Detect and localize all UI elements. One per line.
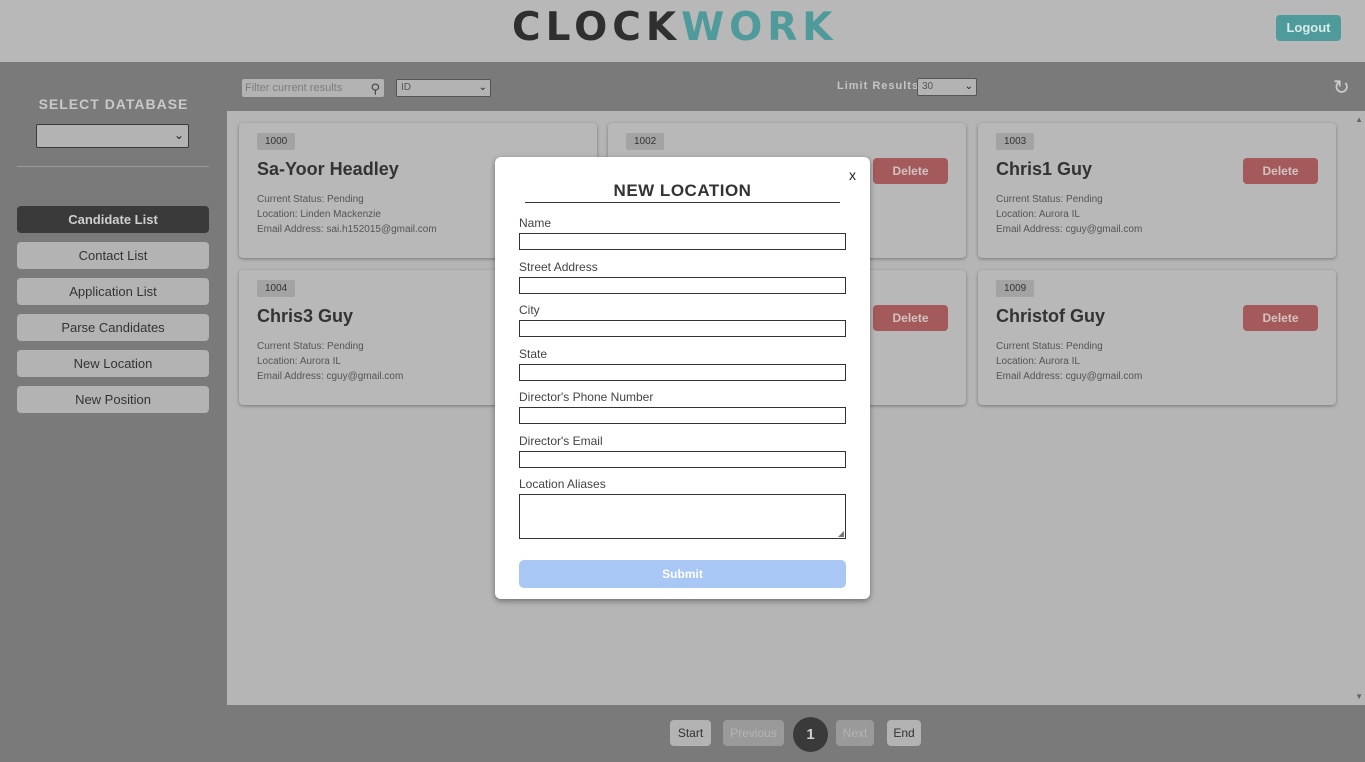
filter-placeholder: Filter current results xyxy=(245,82,343,94)
results-toolbar: Filter current results ⚲ ID ⌄ Limit Resu… xyxy=(227,62,1365,111)
limit-results-value: 30 xyxy=(922,81,934,92)
app-header: CLOCKWORK Logout xyxy=(0,0,1365,62)
location-aliases-field[interactable]: ◢ xyxy=(519,494,846,539)
candidate-id-badge: 1003 xyxy=(996,133,1035,150)
state-label: State xyxy=(519,347,548,361)
candidate-location: Location: Linden Mackenzie xyxy=(257,209,381,220)
scroll-down-icon[interactable]: ▼ xyxy=(1355,692,1363,701)
page-previous-button[interactable]: Previous xyxy=(723,720,784,746)
limit-results-select[interactable]: 30 ⌄ xyxy=(917,78,977,96)
name-field[interactable] xyxy=(519,233,846,250)
chevron-down-icon: ⌄ xyxy=(478,82,487,93)
refresh-icon[interactable]: ↻ xyxy=(1333,75,1350,100)
chevron-down-icon: ⌄ xyxy=(964,81,973,92)
sort-select[interactable]: ID ⌄ xyxy=(396,79,491,97)
candidate-status: Current Status: Pending xyxy=(257,341,364,352)
street-address-label: Street Address xyxy=(519,260,598,274)
director-email-field[interactable] xyxy=(519,451,846,468)
logo-work: WORK xyxy=(681,5,838,50)
name-label: Name xyxy=(519,216,552,230)
sort-select-value: ID xyxy=(401,82,411,93)
sidebar-divider xyxy=(17,166,209,167)
page-next-button[interactable]: Next xyxy=(836,720,874,746)
close-icon[interactable]: x xyxy=(849,167,856,183)
candidate-name: Christof Guy xyxy=(996,306,1106,326)
candidate-email: Email Address: sai.h152015@gmail.com xyxy=(257,224,437,235)
candidate-location: Location: Aurora IL xyxy=(257,356,341,367)
candidate-id-badge: 1009 xyxy=(996,280,1035,297)
candidate-card[interactable]: 1009 Christof Guy Current Status: Pendin… xyxy=(978,270,1336,405)
sidebar-item-application-list[interactable]: Application List xyxy=(17,278,209,305)
page-start-button[interactable]: Start xyxy=(670,720,711,746)
city-label: City xyxy=(519,303,540,317)
sidebar-item-parse-candidates[interactable]: Parse Candidates xyxy=(17,314,209,341)
city-field[interactable] xyxy=(519,320,846,337)
candidate-card[interactable]: 1003 Chris1 Guy Current Status: Pending … xyxy=(978,123,1336,258)
submit-button[interactable]: Submit xyxy=(519,560,846,588)
page-current-indicator[interactable]: 1 xyxy=(793,717,828,752)
candidate-status: Current Status: Pending xyxy=(257,194,364,205)
new-location-modal: x NEW LOCATION Name Street Address City … xyxy=(495,157,870,599)
candidate-status: Current Status: Pending xyxy=(996,194,1103,205)
candidate-location: Location: Aurora IL xyxy=(996,209,1080,220)
sidebar-item-new-location[interactable]: New Location xyxy=(17,350,209,377)
director-phone-field[interactable] xyxy=(519,407,846,424)
sidebar-item-candidate-list[interactable]: Candidate List xyxy=(17,206,209,233)
filter-input[interactable]: Filter current results ⚲ xyxy=(242,79,384,97)
pagination-bar: Start Previous 1 Next End xyxy=(227,705,1365,762)
database-select[interactable]: ⌄ xyxy=(36,124,189,148)
location-aliases-label: Location Aliases xyxy=(519,477,606,491)
candidate-id-badge: 1002 xyxy=(626,133,665,150)
candidate-location: Location: Aurora IL xyxy=(996,356,1080,367)
delete-button[interactable]: Delete xyxy=(873,158,948,184)
candidate-name: Sa-Yoor Headley xyxy=(257,159,399,179)
sidebar: SELECT DATABASE ⌄ Candidate List Contact… xyxy=(0,62,227,762)
sidebar-item-new-position[interactable]: New Position xyxy=(17,386,209,413)
candidate-email: Email Address: cguy@gmail.com xyxy=(996,224,1143,235)
logo-clock: CLOCK xyxy=(512,5,682,50)
candidate-email: Email Address: cguy@gmail.com xyxy=(996,371,1143,382)
app-logo: CLOCKWORK xyxy=(512,6,838,50)
page-end-button[interactable]: End xyxy=(887,720,921,746)
candidate-id-badge: 1004 xyxy=(257,280,296,297)
logout-button[interactable]: Logout xyxy=(1276,15,1341,41)
scroll-up-icon[interactable]: ▲ xyxy=(1355,115,1363,124)
candidate-id-badge: 1000 xyxy=(257,133,296,150)
candidate-name: Chris1 Guy xyxy=(996,159,1093,179)
candidate-email: Email Address: cguy@gmail.com xyxy=(257,371,404,382)
search-icon[interactable]: ⚲ xyxy=(370,80,380,98)
delete-button[interactable]: Delete xyxy=(1243,158,1318,184)
delete-button[interactable]: Delete xyxy=(1243,305,1318,331)
director-phone-label: Director's Phone Number xyxy=(519,390,654,404)
sidebar-item-contact-list[interactable]: Contact List xyxy=(17,242,209,269)
limit-results-label: Limit Results xyxy=(837,80,920,92)
state-field[interactable] xyxy=(519,364,846,381)
delete-button[interactable]: Delete xyxy=(873,305,948,331)
chevron-down-icon: ⌄ xyxy=(173,128,184,142)
select-database-title: SELECT DATABASE xyxy=(38,96,189,112)
street-address-field[interactable] xyxy=(519,277,846,294)
director-email-label: Director's Email xyxy=(519,434,603,448)
resize-grip-icon[interactable]: ◢ xyxy=(838,529,844,538)
modal-title: NEW LOCATION xyxy=(525,181,840,203)
candidate-name: Chris3 Guy xyxy=(257,306,354,326)
candidate-status: Current Status: Pending xyxy=(996,341,1103,352)
